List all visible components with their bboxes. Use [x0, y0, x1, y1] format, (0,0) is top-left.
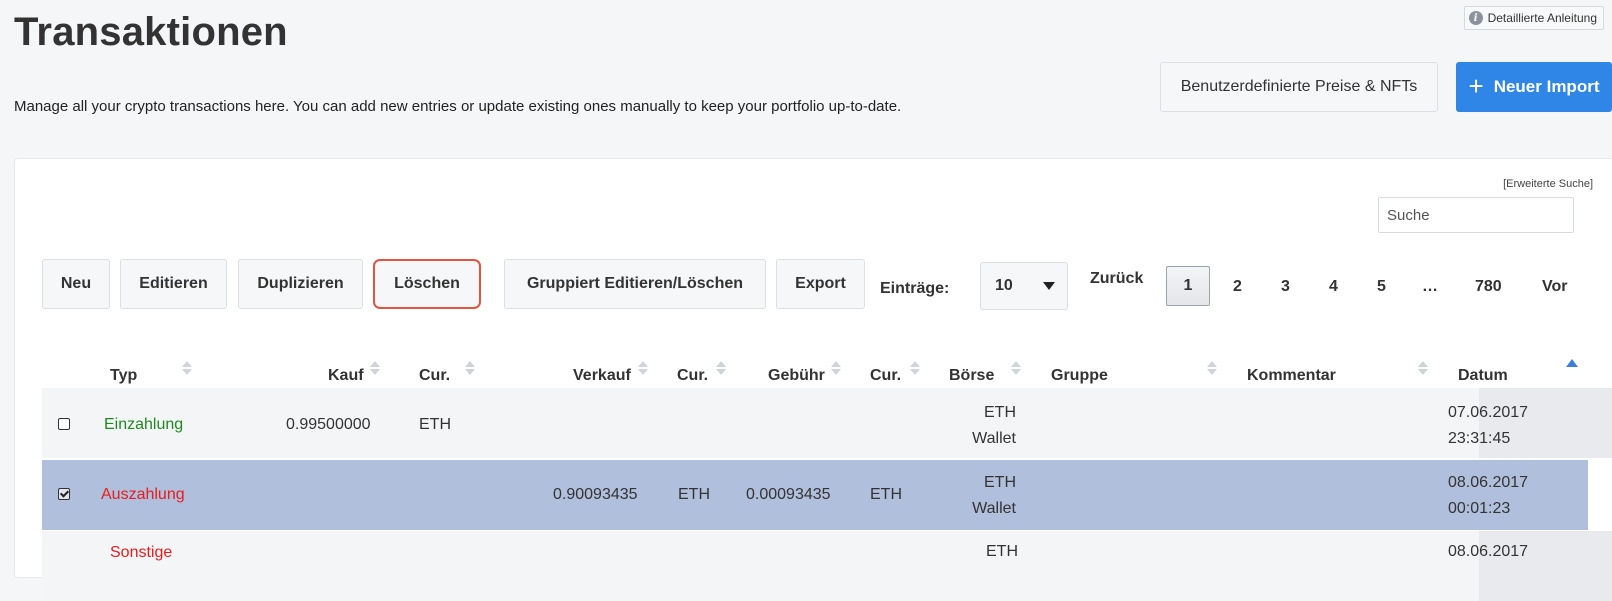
sort-icon[interactable] — [831, 358, 841, 378]
new-import-label: Neuer Import — [1493, 77, 1600, 96]
pagination-next[interactable]: Vor — [1542, 278, 1567, 296]
table-row[interactable] — [42, 531, 1612, 601]
delete-button[interactable]: Löschen — [373, 259, 481, 309]
new-import-button[interactable]: + Neuer Import — [1456, 62, 1612, 112]
row-type: Sonstige — [110, 544, 173, 561]
plus-icon: + — [1468, 71, 1484, 101]
pagination-page-2[interactable]: 2 — [1233, 278, 1242, 296]
sort-icon[interactable] — [1207, 358, 1217, 378]
row-checkbox[interactable] — [58, 418, 70, 430]
pagination-prev[interactable]: Zurück — [1090, 270, 1143, 288]
sort-icon[interactable] — [465, 358, 475, 378]
row-checkbox-checked[interactable] — [58, 488, 70, 500]
row-exchange: ETH Wallet — [940, 400, 1016, 452]
entries-value: 10 — [995, 277, 1013, 294]
row-date-day: 08.06.2017 — [1448, 543, 1529, 560]
row-fee-cur: ETH — [870, 486, 902, 503]
column-header-gruppe[interactable]: Gruppe — [1051, 367, 1108, 385]
pagination-page-3[interactable]: 3 — [1281, 278, 1290, 296]
page-title: Transaktionen — [14, 10, 288, 54]
guide-label: Detaillierte Anleitung — [1487, 11, 1597, 25]
sort-icon[interactable] — [370, 358, 380, 378]
row-date: 07.06.2017 23:31:45 — [1448, 400, 1528, 452]
sort-icon[interactable] — [638, 358, 648, 378]
chevron-down-icon — [1043, 282, 1055, 290]
page-subtitle: Manage all your crypto transactions here… — [14, 98, 902, 115]
column-header-kauf[interactable]: Kauf — [328, 367, 364, 385]
sort-icon[interactable] — [182, 358, 192, 378]
row-exchange-line2: Wallet — [972, 500, 1016, 517]
new-button[interactable]: Neu — [42, 259, 110, 309]
advanced-search-link[interactable]: [Erweiterte Suche] — [1503, 178, 1593, 190]
column-header-kommentar[interactable]: Kommentar — [1247, 367, 1336, 385]
sort-icon[interactable] — [910, 358, 920, 378]
pagination-page-1[interactable]: 1 — [1166, 266, 1210, 306]
row-exchange-line1: ETH — [984, 474, 1016, 491]
export-button[interactable]: Export — [776, 259, 865, 309]
row-fee: 0.00093435 — [746, 486, 831, 503]
column-header-verkauf-cur[interactable]: Cur. — [677, 367, 708, 385]
row-sell-cur: ETH — [678, 486, 710, 503]
duplicate-button[interactable]: Duplizieren — [238, 259, 363, 309]
row-buy: 0.99500000 — [286, 416, 371, 433]
sort-ascending-icon[interactable] — [1566, 359, 1578, 367]
guide-button[interactable]: i Detaillierte Anleitung — [1463, 6, 1604, 30]
row-type: Einzahlung — [104, 416, 184, 433]
column-header-datum[interactable]: Datum — [1458, 367, 1508, 385]
row-exchange-line2: Wallet — [972, 430, 1016, 447]
info-icon: i — [1468, 11, 1483, 25]
row-buy-cur: ETH — [419, 416, 451, 433]
row-exchange-line1: ETH — [984, 404, 1016, 421]
entries-select[interactable]: 10 — [980, 262, 1068, 310]
sort-icon[interactable] — [1011, 358, 1021, 378]
row-exchange-line1: ETH — [986, 543, 1018, 560]
column-header-verkauf[interactable]: Verkauf — [573, 367, 631, 385]
sort-icon[interactable] — [1418, 358, 1428, 378]
sort-icon[interactable] — [716, 358, 726, 378]
column-header-typ[interactable]: Typ — [110, 367, 137, 385]
pagination-page-780[interactable]: 780 — [1475, 278, 1502, 296]
pagination-ellipsis: … — [1422, 278, 1438, 295]
entries-label: Einträge: — [880, 280, 950, 297]
pagination-page-4[interactable]: 4 — [1329, 278, 1338, 296]
row-sell: 0.90093435 — [553, 486, 638, 503]
group-edit-delete-button[interactable]: Gruppiert Editieren/Löschen — [504, 259, 766, 309]
row-type: Auszahlung — [101, 486, 185, 503]
row-date-day: 07.06.2017 — [1448, 404, 1529, 421]
custom-prices-button[interactable]: Benutzerdefinierte Preise & NFTs — [1160, 62, 1438, 112]
pagination-page-5[interactable]: 5 — [1377, 278, 1386, 296]
edit-button[interactable]: Editieren — [120, 259, 227, 309]
row-date-time: 23:31:45 — [1448, 430, 1511, 447]
column-header-gebuehr[interactable]: Gebühr — [768, 367, 825, 385]
table-row[interactable] — [42, 388, 1612, 458]
row-date-day: 08.06.2017 — [1448, 474, 1529, 491]
row-date-time: 00:01:23 — [1448, 500, 1511, 517]
column-header-kauf-cur[interactable]: Cur. — [419, 367, 450, 385]
row-exchange: ETH Wallet — [940, 470, 1016, 522]
column-header-boerse[interactable]: Börse — [949, 367, 994, 385]
row-date: 08.06.2017 00:01:23 — [1448, 470, 1528, 522]
date-cell-bg — [1479, 531, 1612, 601]
search-input[interactable] — [1378, 197, 1574, 233]
column-header-gebuehr-cur[interactable]: Cur. — [870, 367, 901, 385]
